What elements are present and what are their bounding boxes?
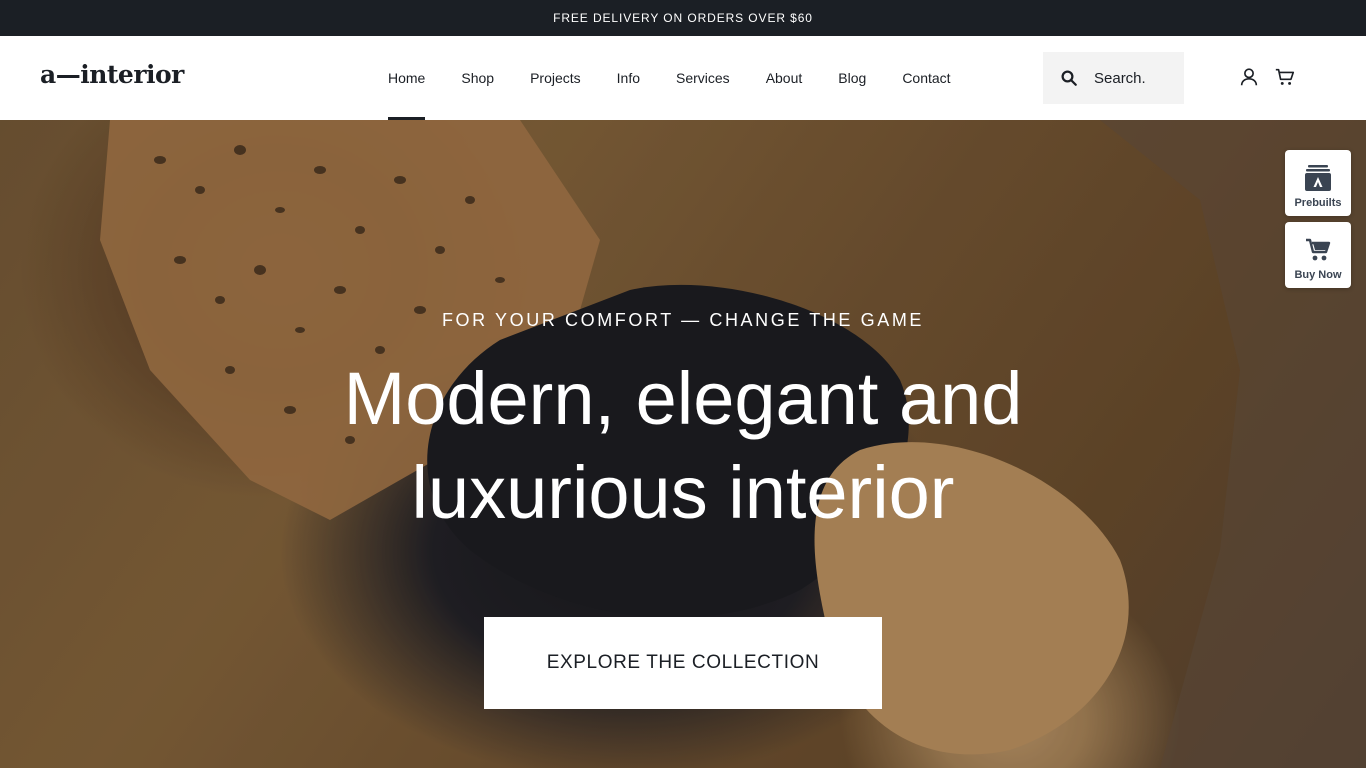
announcement-bar: FREE DELIVERY ON ORDERS OVER $60	[0, 0, 1366, 36]
main-nav: Home Shop Projects Info Services About B…	[370, 36, 969, 120]
buy-now-label: Buy Now	[1294, 269, 1342, 281]
search-input[interactable]	[1094, 69, 1184, 87]
buy-now-widget[interactable]: Buy Now	[1285, 222, 1351, 288]
site-header: a—interior Home Shop Projects Info Servi…	[0, 36, 1366, 120]
cart-icon[interactable]	[1274, 66, 1296, 88]
hero-title-line-1: Modern, elegant and	[343, 357, 1023, 440]
nav-item-services[interactable]: Services	[658, 36, 748, 120]
search-icon[interactable]	[1060, 69, 1078, 87]
prebuilts-label: Prebuilts	[1294, 197, 1342, 209]
cart-icon	[1306, 238, 1331, 261]
stack-icon	[1305, 165, 1331, 191]
search-box[interactable]	[1043, 52, 1184, 104]
hero-kicker: FOR YOUR COMFORT — CHANGE THE GAME	[441, 310, 925, 330]
nav-item-blog[interactable]: Blog	[820, 36, 884, 120]
nav-item-info[interactable]: Info	[599, 36, 658, 120]
explore-collection-button[interactable]: EXPLORE THE COLLECTION	[484, 617, 882, 709]
nav-item-home[interactable]: Home	[370, 36, 443, 120]
prebuilts-widget[interactable]: Prebuilts	[1285, 150, 1351, 216]
hero-title: Modern, elegant and luxurious interior	[0, 352, 1366, 540]
announcement-text: FREE DELIVERY ON ORDERS OVER $60	[553, 11, 813, 25]
hero-title-line-2: luxurious interior	[411, 451, 955, 534]
nav-item-shop[interactable]: Shop	[443, 36, 512, 120]
nav-item-about[interactable]: About	[748, 36, 821, 120]
hero-section: FOR YOUR COMFORT — CHANGE THE GAME Moder…	[0, 120, 1366, 768]
logo[interactable]: a—interior	[40, 60, 184, 89]
nav-item-projects[interactable]: Projects	[512, 36, 599, 120]
user-icon[interactable]	[1238, 66, 1260, 88]
nav-item-contact[interactable]: Contact	[884, 36, 968, 120]
